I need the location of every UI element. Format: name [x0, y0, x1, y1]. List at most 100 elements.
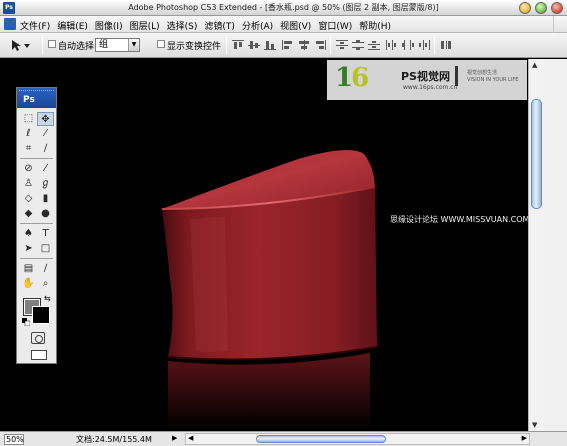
distribute-bottom-icon[interactable] [368, 40, 380, 50]
horizontal-scroll-thumb[interactable] [256, 435, 386, 443]
status-menu-arrow-icon[interactable]: ▶ [172, 434, 177, 442]
magic-wand-tool-icon[interactable]: ⁄ [37, 127, 54, 141]
scroll-up-icon[interactable]: ▲ [532, 61, 537, 69]
hand-tool-icon[interactable]: ✋ [20, 277, 37, 291]
options-bar: 自动选择: 组 ▼ 显示变换控件 [0, 33, 567, 58]
options-separator [434, 37, 435, 54]
rectangle-tool-icon[interactable]: □ [37, 242, 54, 256]
menu-select[interactable]: 选择(S) [167, 19, 198, 32]
blur-tool-icon[interactable]: ◆ [20, 207, 37, 221]
menu-layer[interactable]: 图层(L) [130, 19, 160, 32]
show-transform-label: 显示变换控件 [167, 42, 222, 52]
scroll-down-icon[interactable]: ▼ [532, 421, 537, 429]
align-right-icon[interactable] [314, 40, 326, 50]
type-tool-icon[interactable]: T [37, 227, 54, 241]
align-left-icon[interactable] [282, 40, 294, 50]
dodge-tool-icon[interactable]: ● [37, 207, 54, 221]
close-button[interactable] [551, 2, 563, 14]
menu-window[interactable]: 窗口(W) [318, 19, 352, 32]
default-colors-icon[interactable] [22, 318, 31, 327]
watermark-brand: PS视觉网 [401, 70, 450, 83]
window-title: Adobe Photoshop CS3 Extended - [香水瓶.psd … [128, 3, 439, 12]
menu-help[interactable]: 帮助(H) [359, 19, 391, 32]
toolbox-logo: Ps [23, 95, 35, 105]
screen-mode-icon[interactable] [31, 350, 47, 360]
right-dock-strip [544, 59, 567, 431]
vertical-scrollbar[interactable]: ▲ ▼ [528, 59, 544, 431]
site-watermark: 思缘设计论坛 WWW.MISSVUAN.COM [390, 215, 528, 224]
document-size-info: 文档:24.5M/155.4M [76, 435, 152, 444]
toolbox-panel: Ps ⬚ ✥ ℓ ⁄ ⌗ ∕ ⊘ ⁄ ♙ ℊ ◇ ▮ ◆ ● ♠ T ➤ □ ▤… [16, 87, 57, 364]
auto-select-label: 自动选择: [58, 42, 98, 52]
menu-items: 文件(F) 编辑(E) 图像(I) 图层(L) 选择(S) 滤镜(T) 分析(A… [20, 19, 391, 32]
watermark-logo: 16 PS视觉网 www.16ps.com.cn 视觉创想生活 VISION I… [327, 60, 527, 100]
options-separator [330, 37, 331, 54]
zoom-level-field[interactable]: 50% [4, 434, 24, 445]
auto-select-checkbox[interactable] [48, 40, 56, 48]
show-transform-checkbox[interactable] [157, 40, 165, 48]
options-separator [42, 37, 43, 54]
history-brush-tool-icon[interactable]: ℊ [37, 177, 54, 191]
brush-tool-icon[interactable]: ⁄ [37, 162, 54, 176]
healing-brush-tool-icon[interactable]: ⊘ [20, 162, 37, 176]
quick-mask-icon[interactable] [31, 332, 45, 344]
background-color-swatch[interactable] [32, 306, 50, 324]
path-selection-tool-icon[interactable]: ➤ [20, 242, 37, 256]
auto-select-value: 组 [99, 40, 109, 50]
window-controls [519, 2, 563, 14]
watermark-16-logo: 16 [335, 63, 369, 93]
toolbox-separator [20, 223, 53, 224]
toolbox-separator [20, 158, 53, 159]
swap-colors-icon[interactable]: ⇆ [44, 294, 51, 303]
clone-stamp-tool-icon[interactable]: ♙ [20, 177, 37, 191]
marquee-tool-icon[interactable]: ⬚ [20, 112, 37, 126]
menu-scroll-arrow[interactable] [553, 16, 567, 33]
minimize-button[interactable] [519, 2, 531, 14]
notes-tool-icon[interactable]: ▤ [20, 262, 37, 276]
watermark-url: www.16ps.com.cn [403, 84, 458, 91]
document-canvas[interactable]: 16 PS视觉网 www.16ps.com.cn 视觉创想生活 VISION I… [0, 59, 528, 431]
menu-file[interactable]: 文件(F) [20, 19, 50, 32]
watermark-slogan: 视觉创想生活 VISION IN YOUR LIFE [467, 70, 519, 83]
auto-align-layers-icon[interactable] [440, 40, 452, 50]
auto-select-dropdown[interactable]: 组 ▼ [95, 38, 140, 52]
scroll-left-icon[interactable]: ◀ [188, 434, 193, 442]
distribute-vcenter-icon[interactable] [352, 40, 364, 50]
crop-tool-icon[interactable]: ⌗ [20, 142, 37, 156]
gradient-tool-icon[interactable]: ▮ [37, 192, 54, 206]
align-top-icon[interactable] [232, 40, 244, 50]
status-bar: 50% 文档:24.5M/155.4M ▶ ◀ ▶ [0, 431, 567, 446]
pen-tool-icon[interactable]: ♠ [20, 227, 37, 241]
align-hcenter-icon[interactable] [298, 40, 310, 50]
distribute-right-icon[interactable] [418, 40, 430, 50]
zoom-tool-icon[interactable]: ⌕ [37, 277, 54, 291]
options-separator [226, 37, 227, 54]
menu-filter[interactable]: 滤镜(T) [204, 19, 235, 32]
lasso-tool-icon[interactable]: ℓ [20, 127, 37, 141]
toolbox-grip[interactable] [19, 90, 54, 93]
horizontal-scrollbar[interactable]: ◀ ▶ [185, 433, 530, 445]
menu-edit[interactable]: 编辑(E) [57, 19, 88, 32]
watermark-divider [455, 66, 458, 86]
distribute-hcenter-icon[interactable] [402, 40, 414, 50]
perfume-bottle-artwork [161, 150, 378, 431]
align-bottom-icon[interactable] [264, 40, 276, 50]
document-icon[interactable] [4, 18, 16, 30]
maximize-button[interactable] [535, 2, 547, 14]
eraser-tool-icon[interactable]: ◇ [20, 192, 37, 206]
toolbox-header[interactable]: Ps [17, 88, 56, 108]
slice-tool-icon[interactable]: ∕ [37, 142, 54, 156]
menu-analysis[interactable]: 分析(A) [242, 19, 273, 32]
vertical-scroll-thumb[interactable] [531, 99, 542, 209]
distribute-top-icon[interactable] [336, 40, 348, 50]
move-tool-preset-icon[interactable] [7, 38, 37, 53]
title-bar: Ps Adobe Photoshop CS3 Extended - [香水瓶.p… [0, 0, 567, 16]
menu-bar: 文件(F) 编辑(E) 图像(I) 图层(L) 选择(S) 滤镜(T) 分析(A… [0, 16, 567, 33]
menu-image[interactable]: 图像(I) [95, 19, 123, 32]
eyedropper-tool-icon[interactable]: ∕ [37, 262, 54, 276]
menu-view[interactable]: 视图(V) [280, 19, 311, 32]
move-tool-icon[interactable]: ✥ [37, 112, 54, 126]
distribute-left-icon[interactable] [386, 40, 398, 50]
scroll-right-icon[interactable]: ▶ [522, 434, 527, 442]
align-vcenter-icon[interactable] [248, 40, 260, 50]
